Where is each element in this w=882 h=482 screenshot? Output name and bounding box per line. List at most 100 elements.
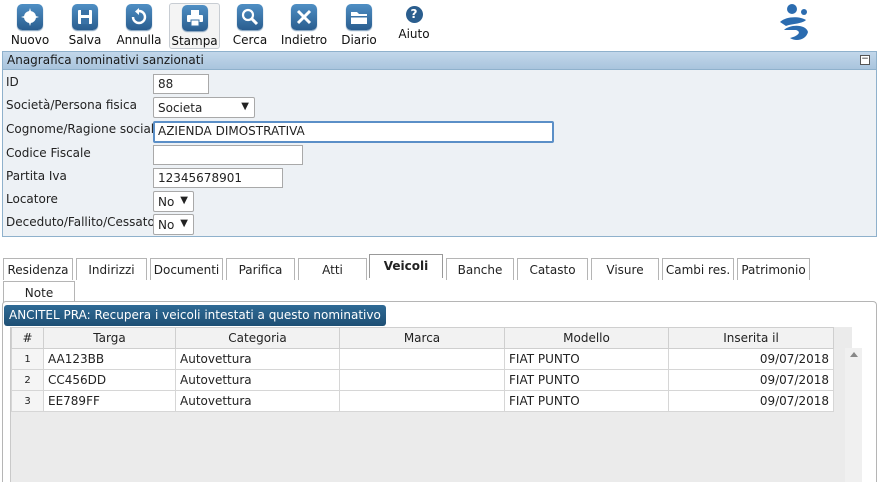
tab-indirizzi[interactable]: Indirizzi bbox=[76, 258, 147, 280]
column-header-targa[interactable]: Targa bbox=[43, 327, 176, 349]
cell-categoria: Autovettura bbox=[175, 348, 340, 370]
column-header-num[interactable]: # bbox=[11, 327, 44, 349]
cell-modello: FIAT PUNTO bbox=[504, 348, 669, 370]
cell-categoria: Autovettura bbox=[175, 369, 340, 391]
codice-fiscale-label: Codice Fiscale bbox=[6, 146, 91, 160]
cell-inserita-il: 09/07/2018 bbox=[668, 390, 834, 412]
nuovo-label: Nuovo bbox=[10, 33, 50, 47]
deceduto-value: No bbox=[158, 218, 175, 232]
indietro-button[interactable]: Indietro bbox=[280, 4, 328, 48]
locatore-label: Locatore bbox=[6, 192, 58, 206]
tab-parifica[interactable]: Parifica bbox=[226, 258, 295, 280]
annulla-label: Annulla bbox=[116, 33, 162, 47]
close-icon bbox=[291, 4, 317, 30]
undo-icon bbox=[126, 4, 152, 30]
collapse-icon[interactable]: − bbox=[860, 55, 870, 65]
diario-button[interactable]: Diario bbox=[340, 4, 378, 48]
column-header-modello[interactable]: Modello bbox=[504, 327, 669, 349]
codice-fiscale-field[interactable] bbox=[153, 145, 303, 165]
aiuto-button[interactable]: ? Aiuto bbox=[396, 4, 432, 48]
folder-icon bbox=[346, 4, 372, 30]
cell-modello: FIAT PUNTO bbox=[504, 369, 669, 391]
cell-inserita-il: 09/07/2018 bbox=[668, 369, 834, 391]
tab-note[interactable]: Note bbox=[3, 281, 75, 303]
cell-marca bbox=[339, 348, 505, 370]
table-row[interactable]: 2 CC456DD Autovettura FIAT PUNTO 09/07/2… bbox=[11, 369, 834, 391]
scroll-up-icon[interactable] bbox=[850, 352, 858, 357]
partita-iva-field[interactable]: 12345678901 bbox=[153, 168, 283, 188]
locatore-value: No bbox=[158, 195, 175, 209]
chevron-down-icon: ▼ bbox=[180, 218, 188, 229]
vehicles-grid: # Targa Categoria Marca Modello Inserita… bbox=[10, 327, 862, 482]
tab-catasto[interactable]: Catasto bbox=[517, 258, 588, 280]
stampa-label: Stampa bbox=[171, 34, 218, 48]
anagrafica-panel: Anagrafica nominativi sanzionati − ID 88… bbox=[2, 51, 877, 237]
stampa-button[interactable]: Stampa bbox=[169, 3, 220, 49]
cognome-field[interactable]: AZIENDA DIMOSTRATIVA bbox=[153, 121, 554, 143]
diario-label: Diario bbox=[341, 33, 377, 47]
row-id: ID 88 bbox=[6, 73, 866, 94]
cerca-button[interactable]: Cerca bbox=[230, 4, 270, 48]
salva-button[interactable]: Salva bbox=[64, 4, 106, 48]
grid-scrollbar[interactable] bbox=[845, 348, 862, 482]
cell-targa: AA123BB bbox=[43, 348, 176, 370]
cell-marca bbox=[339, 369, 505, 391]
vehicles-table: # Targa Categoria Marca Modello Inserita… bbox=[11, 327, 834, 412]
tab-residenza[interactable]: Residenza bbox=[3, 258, 73, 280]
print-icon bbox=[181, 5, 208, 31]
column-header-marca[interactable]: Marca bbox=[339, 327, 505, 349]
tipo-select[interactable]: Societa ▼ bbox=[153, 97, 255, 118]
row-number: 2 bbox=[11, 369, 44, 391]
new-icon bbox=[17, 4, 43, 30]
nuovo-button[interactable]: Nuovo bbox=[8, 4, 52, 48]
row-codice-fiscale: Codice Fiscale bbox=[6, 144, 866, 165]
cognome-label: Cognome/Ragione sociale bbox=[6, 122, 162, 136]
row-locatore: Locatore No ▼ bbox=[6, 190, 866, 212]
save-icon bbox=[72, 4, 98, 30]
cell-inserita-il: 09/07/2018 bbox=[668, 348, 834, 370]
indietro-label: Indietro bbox=[280, 33, 328, 47]
cerca-label: Cerca bbox=[232, 33, 268, 47]
chevron-down-icon: ▼ bbox=[180, 195, 188, 206]
tipo-label: Società/Persona fisica bbox=[6, 98, 137, 112]
tab-visure[interactable]: Visure bbox=[591, 258, 659, 280]
tab-banche[interactable]: Banche bbox=[446, 258, 514, 280]
tipo-value: Societa bbox=[158, 101, 203, 115]
row-deceduto: Deceduto/Fallito/Cessato No ▼ bbox=[6, 213, 866, 235]
toolbar: Nuovo Salva Annulla Stampa Cerca Indietr… bbox=[0, 0, 882, 50]
tab-atti[interactable]: Atti bbox=[298, 258, 367, 280]
cell-targa: EE789FF bbox=[43, 390, 176, 412]
column-header-categoria[interactable]: Categoria bbox=[175, 327, 340, 349]
salva-label: Salva bbox=[68, 33, 102, 47]
annulla-button[interactable]: Annulla bbox=[116, 4, 162, 48]
table-header-row: # Targa Categoria Marca Modello Inserita… bbox=[11, 327, 834, 349]
search-icon bbox=[237, 4, 263, 30]
panel-header: Anagrafica nominativi sanzionati − bbox=[3, 52, 876, 70]
row-cognome: Cognome/Ragione sociale AZIENDA DIMOSTRA… bbox=[6, 120, 866, 143]
cell-modello: FIAT PUNTO bbox=[504, 390, 669, 412]
aiuto-label: Aiuto bbox=[398, 27, 430, 41]
app-logo bbox=[780, 4, 808, 40]
tab-documenti[interactable]: Documenti bbox=[150, 258, 223, 280]
cell-targa: CC456DD bbox=[43, 369, 176, 391]
locatore-select[interactable]: No ▼ bbox=[153, 191, 194, 212]
tab-veicoli[interactable]: Veicoli bbox=[369, 254, 443, 278]
id-field[interactable]: 88 bbox=[153, 74, 209, 94]
row-number: 3 bbox=[11, 390, 44, 412]
table-row[interactable]: 3 EE789FF Autovettura FIAT PUNTO 09/07/2… bbox=[11, 390, 834, 412]
row-tipo: Società/Persona fisica Societa ▼ bbox=[6, 96, 866, 118]
deceduto-select[interactable]: No ▼ bbox=[153, 214, 194, 235]
row-partita-iva: Partita Iva 12345678901 bbox=[6, 167, 866, 188]
panel-title: Anagrafica nominativi sanzionati bbox=[7, 53, 204, 67]
cell-categoria: Autovettura bbox=[175, 390, 340, 412]
ancitel-pra-button[interactable]: ANCITEL PRA: Recupera i veicoli intestat… bbox=[4, 305, 386, 326]
help-icon: ? bbox=[405, 6, 423, 23]
id-label: ID bbox=[6, 75, 19, 89]
column-header-inserita-il[interactable]: Inserita il bbox=[668, 327, 834, 349]
tab-cambi-res[interactable]: Cambi res. bbox=[662, 258, 734, 280]
tab-patrimonio[interactable]: Patrimonio bbox=[737, 258, 810, 280]
deceduto-label: Deceduto/Fallito/Cessato bbox=[6, 215, 155, 229]
partita-iva-label: Partita Iva bbox=[6, 169, 67, 183]
chevron-down-icon: ▼ bbox=[241, 101, 249, 112]
table-row[interactable]: 1 AA123BB Autovettura FIAT PUNTO 09/07/2… bbox=[11, 348, 834, 370]
